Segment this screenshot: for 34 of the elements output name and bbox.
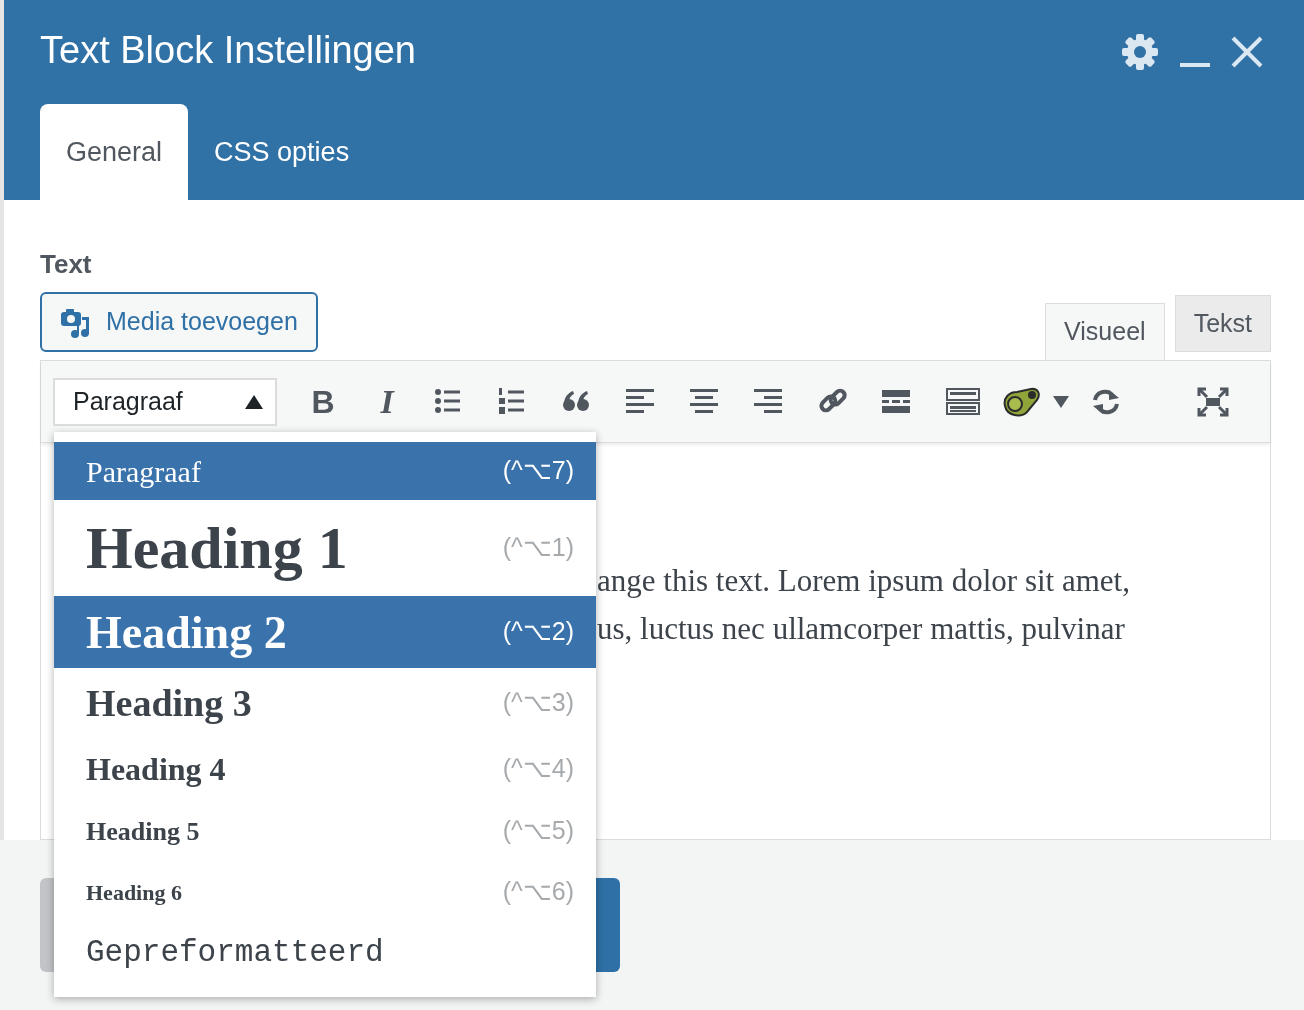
editor-tab[interactable]: Tekst bbox=[1174, 295, 1271, 352]
shortcut-text: (^⌥3) bbox=[502, 687, 574, 719]
field-label: Text bbox=[40, 248, 93, 280]
shortcut-text: (^⌥5) bbox=[502, 815, 574, 847]
menu-item[interactable]: Heading 5 (^⌥5) bbox=[54, 800, 596, 862]
menu-item[interactable]: Heading 4 (^⌥4) bbox=[54, 738, 596, 800]
menu-item[interactable]: Heading 1 (^⌥1) bbox=[54, 500, 596, 596]
menu-item[interactable]: Heading 3 (^⌥3) bbox=[54, 668, 596, 738]
italic-button[interactable]: I bbox=[380, 376, 394, 427]
menu-item[interactable]: Paragraaf (^⌥7) bbox=[54, 442, 596, 500]
shortcut-text: (^⌥6) bbox=[502, 876, 574, 908]
keyboard-icon[interactable] bbox=[946, 386, 980, 417]
fullscreen-icon[interactable] bbox=[1197, 386, 1231, 417]
tab[interactable]: General bbox=[40, 104, 189, 200]
shortcut-text: (^⌥7) bbox=[502, 455, 574, 487]
text-line: us, luctus nec ullamcorper mattis, pulvinar bbox=[597, 610, 1126, 648]
menu-item[interactable]: Heading 6 (^⌥6) bbox=[54, 862, 596, 922]
menu-item[interactable]: Gepreformatteerd bbox=[54, 922, 596, 985]
shortcut-text: (^⌥2) bbox=[502, 616, 574, 648]
menu-item[interactable]: Heading 2 (^⌥2) bbox=[54, 596, 596, 668]
format-select[interactable]: Paragraaf bbox=[53, 377, 277, 426]
settings-icon[interactable] bbox=[1120, 32, 1160, 72]
close-icon[interactable] bbox=[1230, 35, 1264, 69]
shortcut-text: (^⌥1) bbox=[502, 532, 574, 564]
plugin-icon[interactable] bbox=[1001, 385, 1041, 418]
shortcut-text: (^⌥4) bbox=[502, 753, 574, 785]
caret-icon bbox=[245, 394, 263, 409]
window-title: Text Block Instellingen bbox=[40, 27, 416, 73]
editor-tab[interactable]: Visueel bbox=[1045, 303, 1165, 360]
add-media-button[interactable]: Media toevoegen bbox=[40, 292, 318, 352]
dropdown-caret-icon[interactable] bbox=[1053, 395, 1069, 408]
text-line: ange this text. Lorem ipsum dolor sit amet, bbox=[597, 562, 1131, 600]
bold-button[interactable]: B bbox=[311, 377, 335, 426]
tab[interactable]: CSS opties bbox=[188, 104, 376, 200]
